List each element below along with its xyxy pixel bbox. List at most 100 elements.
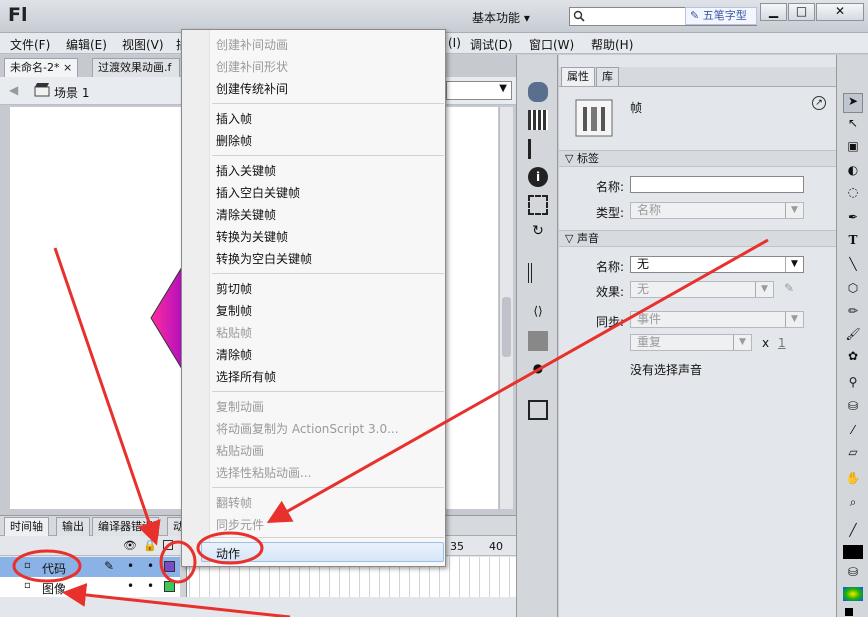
swatches-icon[interactable] (528, 110, 548, 130)
menu-view[interactable]: 视图(V) (122, 36, 164, 53)
pen-tool-icon[interactable]: ✒ (843, 210, 863, 230)
info-icon[interactable]: i (528, 167, 548, 187)
layer-color-swatch[interactable] (164, 561, 175, 572)
menu-item-clear-keyframe[interactable]: 清除关键帧 (216, 206, 276, 223)
eyedropper-tool-icon[interactable]: ⁄ (843, 423, 863, 443)
free-transform-tool-icon[interactable]: ▣ (843, 139, 863, 159)
back-arrow-icon[interactable]: ◀ (9, 83, 18, 97)
menu-item-paste-motion[interactable]: 粘贴动画 (216, 442, 264, 459)
sync-select[interactable]: 事件 ▼ (630, 311, 804, 328)
motion-presets-icon[interactable]: ● (528, 361, 548, 381)
pencil-tool-icon[interactable]: ✏ (843, 304, 863, 324)
eye-icon[interactable]: 👁 (123, 539, 137, 552)
rectangle-tool-icon[interactable]: ⬡ (843, 281, 863, 301)
menu-item-insert-frame[interactable]: 插入帧 (216, 110, 252, 127)
repeat-count[interactable]: 1 (778, 336, 786, 350)
bone-tool-icon[interactable]: ⚲ (843, 375, 863, 395)
menu-item-paste-frames[interactable]: 粘贴帧 (216, 324, 252, 341)
fill-color-icon[interactable]: ⛁ (843, 565, 863, 585)
paint-bucket-tool-icon[interactable]: ⛁ (843, 399, 863, 419)
menu-item-insert-blank-keyframe[interactable]: 插入空白关键帧 (216, 184, 300, 201)
section-label[interactable]: ▽ 标签 (559, 150, 836, 167)
scrollbar-thumb[interactable] (502, 297, 511, 357)
layer-row-code[interactable]: ▫ 代码 ✎ • • (0, 557, 180, 577)
menu-item-copy-motion-as-as3[interactable]: 将动画复制为 ActionScript 3.0... (216, 420, 399, 437)
tab-timeline[interactable]: 时间轴 (4, 517, 49, 536)
menu-partial[interactable]: (I) (448, 36, 461, 50)
fill-color-swatch[interactable] (843, 587, 863, 601)
layer-name[interactable]: 代码 (42, 560, 66, 577)
lasso-tool-icon[interactable]: ◌ (843, 185, 863, 205)
menu-item-copy-motion[interactable]: 复制动画 (216, 398, 264, 415)
scene-panel-icon[interactable] (528, 400, 548, 420)
text-tool-icon[interactable]: T (843, 233, 863, 253)
color-icon[interactable] (528, 82, 548, 102)
eraser-tool-icon[interactable]: ▱ (843, 445, 863, 465)
visible-dot[interactable]: • (127, 559, 134, 573)
visible-dot[interactable]: • (127, 579, 134, 593)
edit-icon[interactable]: ↗ (812, 96, 826, 110)
zoom-tool-icon[interactable]: ⌕ (843, 495, 863, 515)
tab-output[interactable]: 输出 (56, 517, 90, 536)
layer-name[interactable]: 图像 (42, 580, 66, 597)
lock-icon[interactable]: 🔒 (143, 539, 157, 552)
workspace-switcher[interactable]: 基本功能 ▾ (472, 9, 530, 26)
transform-icon[interactable] (528, 195, 548, 215)
lock-dot[interactable]: • (147, 559, 154, 573)
close-icon[interactable]: × (63, 61, 72, 74)
brush-tool-icon[interactable]: 🖌 (843, 327, 863, 347)
3d-rotation-tool-icon[interactable]: ◐ (843, 163, 863, 183)
tab-compiler-errors[interactable]: 编译器错误 (92, 517, 159, 536)
menu-item-delete-frame[interactable]: 删除帧 (216, 132, 252, 149)
hand-tool-icon[interactable]: ✋ (843, 471, 863, 491)
doc-tab[interactable]: 过渡效果动画.f (92, 58, 180, 77)
outline-icon[interactable] (163, 540, 173, 550)
subselection-tool-icon[interactable]: ↖ (843, 116, 863, 136)
stroke-color-swatch[interactable] (843, 545, 863, 559)
tab-properties[interactable]: 属性 (561, 67, 595, 86)
menu-edit[interactable]: 编辑(E) (66, 36, 107, 53)
library-icon[interactable] (528, 263, 548, 283)
menu-item-select-all-frames[interactable]: 选择所有帧 (216, 368, 276, 385)
menu-help[interactable]: 帮助(H) (591, 36, 633, 53)
layer-row-image[interactable]: ▫ 图像 • • (0, 577, 180, 597)
menu-item-create-shape-tween[interactable]: 创建补间形状 (216, 58, 288, 75)
section-sound[interactable]: ▽ 声音 (559, 230, 836, 247)
menu-item-create-classic-tween[interactable]: 创建传统补间 (216, 80, 288, 97)
menu-item-cut-frames[interactable]: 剪切帧 (216, 280, 252, 297)
actions-icon[interactable]: ⟨⟩ (528, 304, 548, 324)
menu-item-convert-to-blank-keyframe[interactable]: 转换为空白关键帧 (216, 250, 312, 267)
menu-item-synchronize-symbols[interactable]: 同步元件 (216, 516, 264, 533)
menu-item-create-tween[interactable]: 创建补间动画 (216, 36, 288, 53)
stroke-color-icon[interactable]: ╱ (843, 523, 863, 543)
default-colors-icon[interactable] (845, 608, 853, 616)
tab-library[interactable]: 库 (596, 67, 619, 86)
minimize-button[interactable]: ▁ (760, 3, 787, 21)
effect-select[interactable]: 无 ▼ (630, 281, 774, 298)
frame-name-input[interactable] (630, 176, 804, 193)
maximize-button[interactable]: □ (788, 3, 815, 21)
lock-dot[interactable]: • (147, 579, 154, 593)
menu-item-copy-frames[interactable]: 复制帧 (216, 302, 252, 319)
menu-item-reverse-frames[interactable]: 翻转帧 (216, 494, 252, 511)
history-icon[interactable]: ↻ (528, 223, 548, 243)
menu-file[interactable]: 文件(F) (10, 36, 50, 53)
layer-color-swatch[interactable] (164, 581, 175, 592)
line-tool-icon[interactable]: ╲ (843, 257, 863, 277)
vertical-scrollbar[interactable] (499, 107, 513, 509)
menu-item-insert-keyframe[interactable]: 插入关键帧 (216, 162, 276, 179)
zoom-select[interactable]: ▼ (446, 81, 512, 100)
components-icon[interactable] (528, 331, 548, 351)
menu-item-actions[interactable]: 动作 (216, 545, 240, 562)
menu-item-clear-frames[interactable]: 清除帧 (216, 346, 252, 363)
repeat-select[interactable]: 重复 ▼ (630, 334, 752, 351)
menu-debug[interactable]: 调试(D) (470, 36, 513, 53)
label-type-select[interactable]: 名称 ▼ (630, 202, 804, 219)
align-icon[interactable] (528, 139, 548, 159)
menu-item-convert-to-keyframe[interactable]: 转换为关键帧 (216, 228, 288, 245)
selection-tool-icon[interactable]: ➤ (843, 93, 863, 113)
menu-window[interactable]: 窗口(W) (529, 36, 574, 53)
deco-tool-icon[interactable]: ✿ (843, 349, 863, 369)
menu-item-paste-motion-special[interactable]: 选择性粘贴动画... (216, 464, 311, 481)
sound-name-select[interactable]: 无 ▼ (630, 256, 804, 273)
